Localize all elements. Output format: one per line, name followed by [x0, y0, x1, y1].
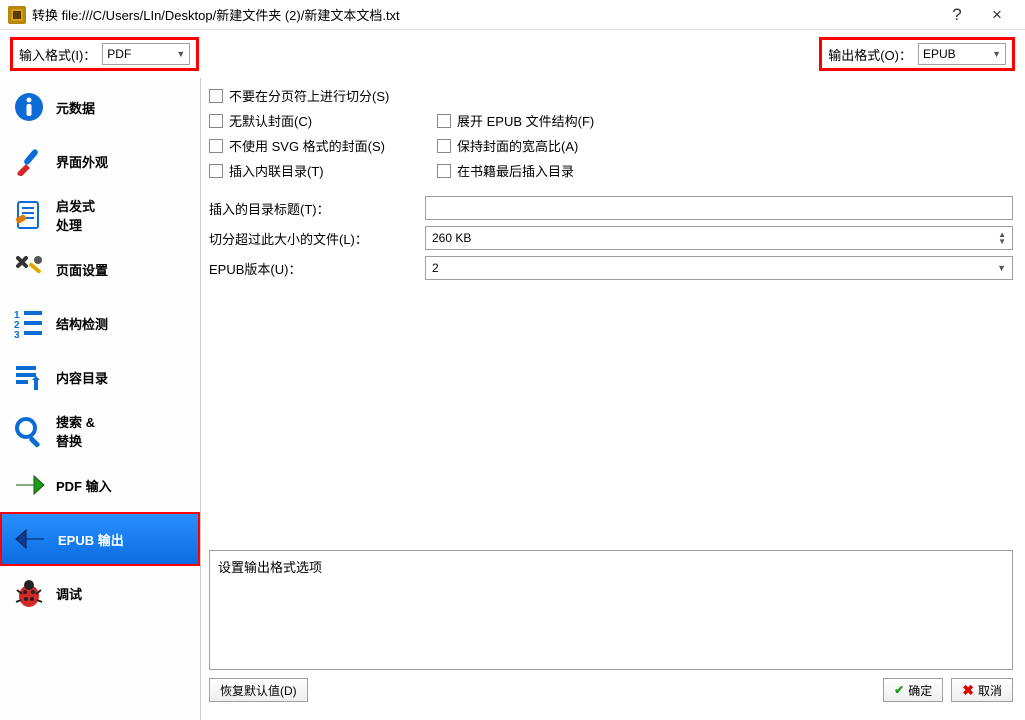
- field-epub-version: EPUB版本(U)： 2 ▼: [209, 256, 1013, 280]
- hand-list-icon: [12, 360, 46, 394]
- cancel-button[interactable]: ✖ 取消: [951, 678, 1013, 702]
- checkbox-label: 在书籍最后插入目录: [457, 161, 574, 180]
- cancel-icon: ✖: [962, 682, 974, 699]
- chevron-down-icon: ▼: [997, 263, 1006, 273]
- button-label: 取消: [978, 682, 1002, 699]
- settings-tools-icon: [12, 252, 46, 286]
- checkbox-box: [437, 139, 451, 153]
- field-label: 切分超过此大小的文件(L)：: [209, 229, 417, 248]
- sidebar-item-metadata[interactable]: 元数据: [0, 80, 200, 134]
- sidebar-item-search[interactable]: 搜索 & 替换: [0, 404, 200, 458]
- footer-bar: 恢复默认值(D) ✔ 确定 ✖ 取消: [209, 670, 1013, 704]
- sidebar-item-label: PDF 输入: [56, 476, 112, 495]
- output-format-label: 输出格式(O)：: [828, 45, 912, 64]
- sidebar-item-label: 搜索 & 替换: [56, 412, 95, 450]
- input-format-select[interactable]: PDF ▼: [102, 43, 190, 65]
- bug-icon: [12, 576, 46, 610]
- app-icon: [8, 6, 26, 24]
- field-toc-title: 插入的目录标题(T)：: [209, 196, 1013, 220]
- sidebar-item-pdf-input[interactable]: PDF 输入: [0, 458, 200, 512]
- split-size-spinner[interactable]: 260 KB ▲▼: [425, 226, 1013, 250]
- checkbox-insert-inline-toc[interactable]: 插入内联目录(T): [209, 161, 419, 180]
- sidebar-item-label: 页面设置: [56, 260, 108, 279]
- format-row: 输入格式(I)： PDF ▼ 输出格式(O)： EPUB ▼: [0, 30, 1025, 78]
- checkbox-box: [209, 164, 223, 178]
- sidebar-item-label: 启发式 处理: [56, 196, 95, 234]
- checkbox-box: [209, 139, 223, 153]
- chevron-down-icon: ▼: [176, 49, 185, 59]
- description-box: 设置输出格式选项: [209, 550, 1013, 670]
- spinner-buttons[interactable]: ▲▼: [998, 231, 1006, 245]
- title-bar: 转换 file:///C/Users/LIn/Desktop/新建文件夹 (2)…: [0, 0, 1025, 30]
- field-label: 插入的目录标题(T)：: [209, 199, 417, 218]
- sidebar-item-label: 调试: [56, 584, 82, 603]
- output-format-value: EPUB: [923, 47, 956, 61]
- checkbox-box: [437, 114, 451, 128]
- epub-version-select[interactable]: 2 ▼: [425, 256, 1013, 280]
- sidebar-item-epub-output[interactable]: EPUB 输出: [0, 512, 200, 566]
- check-icon: ✔: [894, 683, 904, 697]
- main-area: 元数据 界面外观 启发式 处理 页面设置 123 结构检测: [0, 78, 1025, 720]
- help-button[interactable]: ?: [937, 5, 977, 25]
- sidebar-item-label: 界面外观: [56, 152, 108, 171]
- close-button[interactable]: ×: [977, 5, 1017, 25]
- sidebar: 元数据 界面外观 启发式 处理 页面设置 123 结构检测: [0, 78, 201, 720]
- checkbox-box: [437, 164, 451, 178]
- svg-text:3: 3: [14, 330, 20, 340]
- sidebar-item-debug[interactable]: 调试: [0, 566, 200, 620]
- button-label: 恢复默认值(D): [220, 682, 297, 699]
- input-format-value: PDF: [107, 47, 131, 61]
- output-format-box: 输出格式(O)： EPUB ▼: [819, 37, 1015, 71]
- sidebar-item-label: 内容目录: [56, 368, 108, 387]
- sidebar-item-structure[interactable]: 123 结构检测: [0, 296, 200, 350]
- restore-defaults-button[interactable]: 恢复默认值(D): [209, 678, 308, 702]
- sidebar-item-page-setup[interactable]: 页面设置: [0, 242, 200, 296]
- checkbox-label: 无默认封面(C): [229, 111, 312, 130]
- toc-title-input[interactable]: [425, 196, 1013, 220]
- output-format-select[interactable]: EPUB ▼: [918, 43, 1006, 65]
- content-panel: 不要在分页符上进行切分(S) 无默认封面(C) 展开 EPUB 文件结构(F) …: [201, 78, 1025, 720]
- description-text: 设置输出格式选项: [218, 560, 322, 575]
- sidebar-item-label: 元数据: [56, 98, 95, 117]
- checkbox-keep-cover-ratio[interactable]: 保持封面的宽高比(A): [437, 136, 578, 155]
- list-123-icon: 123: [12, 306, 46, 340]
- checkbox-no-svg-cover[interactable]: 不使用 SVG 格式的封面(S): [209, 136, 419, 155]
- ok-button[interactable]: ✔ 确定: [883, 678, 943, 702]
- sidebar-item-look[interactable]: 界面外观: [0, 134, 200, 188]
- sidebar-item-label: 结构检测: [56, 314, 108, 333]
- split-size-value: 260 KB: [432, 231, 471, 245]
- checkbox-label: 展开 EPUB 文件结构(F): [457, 111, 594, 130]
- checkbox-label: 插入内联目录(T): [229, 161, 324, 180]
- checkbox-no-default-cover[interactable]: 无默认封面(C): [209, 111, 419, 130]
- checkbox-toc-at-end[interactable]: 在书籍最后插入目录: [437, 161, 574, 180]
- sidebar-item-heuristic[interactable]: 启发式 处理: [0, 188, 200, 242]
- epub-version-value: 2: [432, 261, 439, 275]
- brush-icon: [12, 144, 46, 178]
- input-format-box: 输入格式(I)： PDF ▼: [10, 37, 199, 71]
- checkbox-label: 不要在分页符上进行切分(S): [229, 86, 389, 105]
- checkbox-label: 保持封面的宽高比(A): [457, 136, 578, 155]
- checkbox-box: [209, 114, 223, 128]
- input-format-label: 输入格式(I)：: [19, 45, 96, 64]
- field-split-size: 切分超过此大小的文件(L)： 260 KB ▲▼: [209, 226, 1013, 250]
- checkbox-expand-epub[interactable]: 展开 EPUB 文件结构(F): [437, 111, 594, 130]
- sidebar-item-label: EPUB 输出: [58, 530, 124, 549]
- button-label: 确定: [908, 682, 932, 699]
- sidebar-item-toc[interactable]: 内容目录: [0, 350, 200, 404]
- chevron-down-icon: ▼: [992, 49, 1001, 59]
- arrow-left-icon: [14, 522, 48, 556]
- window-title: 转换 file:///C/Users/LIn/Desktop/新建文件夹 (2)…: [32, 5, 937, 24]
- checkbox-box: [209, 89, 223, 103]
- checkbox-grid: 不要在分页符上进行切分(S) 无默认封面(C) 展开 EPUB 文件结构(F) …: [209, 86, 1013, 180]
- magnifier-icon: [12, 414, 46, 448]
- checkbox-label: 不使用 SVG 格式的封面(S): [229, 136, 385, 155]
- info-icon: [12, 90, 46, 124]
- field-label: EPUB版本(U)：: [209, 259, 417, 278]
- checkbox-no-split-pagebreak[interactable]: 不要在分页符上进行切分(S): [209, 86, 419, 105]
- arrow-right-icon: [12, 468, 46, 502]
- heuristic-icon: [12, 198, 46, 232]
